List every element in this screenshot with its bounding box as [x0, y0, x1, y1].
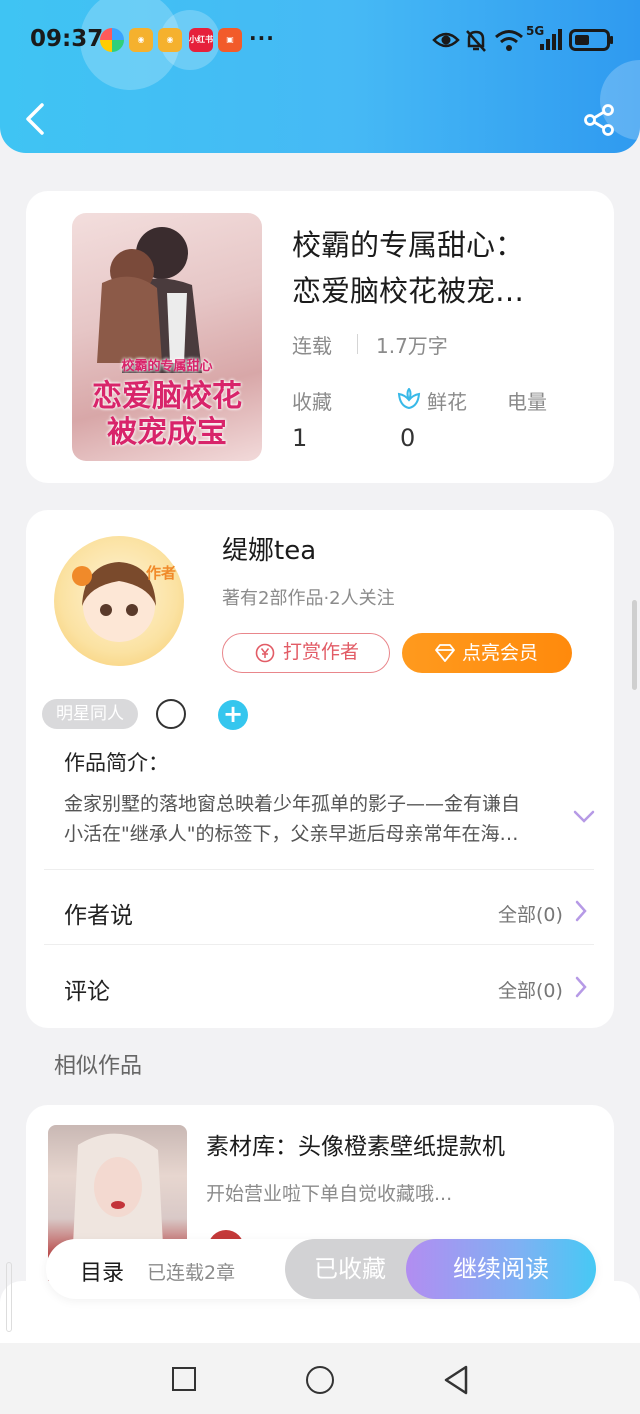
- back-icon[interactable]: [22, 102, 48, 136]
- continue-reading-button[interactable]: 继续阅读: [406, 1239, 596, 1299]
- favorites-label: 收藏: [292, 390, 332, 414]
- add-tag-button[interactable]: +: [218, 700, 248, 730]
- meta-divider: [357, 334, 358, 354]
- eye-icon: [432, 32, 460, 48]
- back-triangle-icon[interactable]: [442, 1364, 470, 1396]
- author-says-title[interactable]: 作者说: [64, 896, 133, 930]
- recent-apps-icon[interactable]: [172, 1367, 196, 1391]
- chapters-count: 已连载2章: [147, 1262, 236, 1284]
- scrollbar[interactable]: [632, 600, 637, 690]
- toc-button[interactable]: 目录: [80, 1255, 124, 1287]
- book-cover[interactable]: 校霸的专属甜心 恋爱脑校花 被宠成宝: [72, 213, 262, 461]
- word-count: 1.7万字: [376, 334, 448, 358]
- mute-bell-icon: [466, 30, 486, 52]
- book-status: 连载: [292, 334, 332, 358]
- app-icon: [100, 28, 124, 52]
- author-says-all[interactable]: 全部(0): [498, 900, 563, 927]
- chevron-right-icon[interactable]: [574, 976, 588, 998]
- book-title-line2: 恋爱脑校花被宠…: [292, 274, 525, 308]
- vip-label: 点亮会员: [462, 642, 539, 664]
- battery-icon: [569, 29, 613, 51]
- flowers-label: 鲜花: [427, 390, 467, 414]
- favorites-count: 1: [292, 424, 308, 452]
- author-info: 著有2部作品·2人关注: [222, 588, 395, 609]
- similar-section-title: 相似作品: [54, 1054, 143, 1079]
- vip-button[interactable]: 点亮会员: [402, 633, 572, 673]
- similar-work-desc: 开始营业啦下单自觉收藏哦...: [206, 1183, 453, 1205]
- comments-title[interactable]: 评论: [64, 972, 110, 1006]
- divider: [44, 944, 594, 945]
- divider: [44, 869, 594, 870]
- edge-handle[interactable]: [6, 1262, 12, 1332]
- weibo-icon: ◉: [158, 28, 182, 52]
- cover-title-line2: 被宠成宝: [107, 415, 227, 450]
- expand-chevron-icon[interactable]: [573, 810, 595, 824]
- author-name[interactable]: 缇娜tea: [222, 530, 316, 567]
- flower-icon: [397, 388, 421, 410]
- flowers-count: 0: [400, 424, 416, 452]
- intro-line2: 小活在"继承人"的标签下，父亲早逝后母亲常年在海…: [64, 823, 519, 845]
- diamond-icon: [435, 644, 455, 662]
- yen-icon: [255, 643, 275, 663]
- chevron-right-icon[interactable]: [574, 900, 588, 922]
- share-icon[interactable]: [584, 104, 616, 136]
- author-badge: 作者: [146, 564, 177, 582]
- intro-text[interactable]: 金家别墅的落地窗总映着少年孤单的影子——金有谦自 小活在"继承人"的标签下，父亲…: [64, 789, 564, 849]
- status-bar: 09:37 ◉ ◉ 小红书 ▣ ··· 5G: [0, 22, 640, 62]
- wifi-icon: [495, 30, 523, 51]
- video-icon: ▣: [218, 28, 242, 52]
- signal-icon: [540, 29, 562, 50]
- author-avatar[interactable]: 作者: [54, 536, 184, 666]
- intro-line1: 金家别墅的落地窗总映着少年孤单的影子——金有谦自: [64, 793, 521, 815]
- power-label: 电量: [507, 390, 547, 414]
- intro-title: 作品简介：: [64, 751, 169, 775]
- status-time: 09:37: [30, 26, 104, 52]
- avatar-illustration: [72, 562, 156, 642]
- weibo-icon: ◉: [129, 28, 153, 52]
- genre-tag[interactable]: 明星同人: [42, 699, 138, 729]
- comments-all[interactable]: 全部(0): [498, 976, 563, 1003]
- tip-author-label: 打赏作者: [283, 641, 360, 663]
- book-title: 校霸的专属甜心： 恋爱脑校花被宠…: [292, 222, 592, 314]
- tip-author-button[interactable]: 打赏作者: [222, 633, 390, 673]
- similar-work-title[interactable]: 素材库：头像橙素壁纸提款机: [206, 1127, 505, 1161]
- book-title-line1: 校霸的专属甜心：: [292, 228, 525, 262]
- xiaohongshu-icon: 小红书: [189, 28, 213, 52]
- tag-circle[interactable]: [156, 699, 186, 729]
- home-icon[interactable]: [306, 1366, 334, 1394]
- more-notifications: ···: [249, 26, 275, 50]
